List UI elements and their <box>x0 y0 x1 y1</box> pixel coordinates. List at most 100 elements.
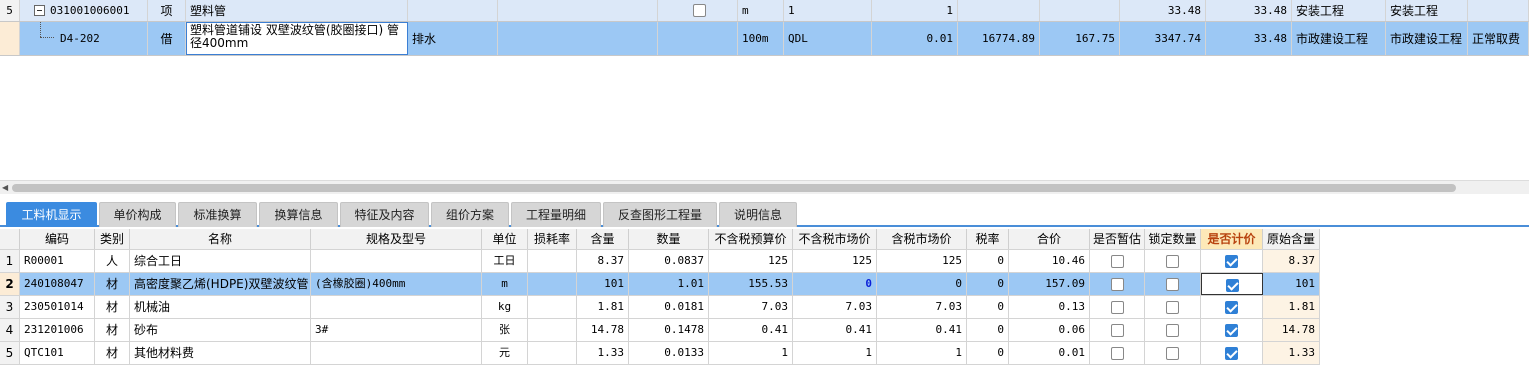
loss-rate-cell[interactable] <box>528 273 577 295</box>
quantity-cell[interactable]: 0.1478 <box>629 319 709 341</box>
budget-price-cell[interactable]: 125 <box>709 250 793 272</box>
header-code[interactable]: 编码 <box>20 229 95 249</box>
qty-cell[interactable]: 0.01 <box>872 22 958 55</box>
budget-price-cell[interactable]: 155.53 <box>709 273 793 295</box>
unit-cell[interactable]: m <box>482 273 528 295</box>
code-cell[interactable]: 231201006 <box>20 319 95 341</box>
checkbox-icon[interactable] <box>1166 255 1179 268</box>
resource-row[interactable]: 4 231201006 材砂布 3# 张 14.78 0.1478 0.41 0.41 0.41 0… <box>0 319 1320 342</box>
checked-checkbox-icon[interactable] <box>1226 279 1239 292</box>
code-cell[interactable]: R00001 <box>20 250 95 272</box>
quantity-cell[interactable]: 0.0181 <box>629 296 709 318</box>
feature-cell[interactable]: 排水 <box>408 22 498 55</box>
budget-price-cell[interactable]: 0.41 <box>709 319 793 341</box>
checked-checkbox-icon[interactable] <box>1225 324 1238 337</box>
checkbox-icon[interactable] <box>1110 255 1124 268</box>
market-price-ex-tax-cell[interactable]: 7.03 <box>793 296 877 318</box>
tab-unit-price-composition[interactable]: 单价构成 <box>99 202 176 227</box>
content-cell[interactable]: 101 <box>577 273 629 295</box>
lock-quantity-cell[interactable] <box>1145 319 1201 341</box>
market-price-ex-tax-cell[interactable]: 125 <box>793 250 877 272</box>
major-cell[interactable]: 市政建设工程 <box>1386 22 1468 55</box>
checkbox[interactable] <box>693 4 706 17</box>
header-content[interactable]: 含量 <box>577 229 629 249</box>
loss-rate-cell[interactable] <box>528 342 577 364</box>
total-cell[interactable]: 0.13 <box>1009 296 1090 318</box>
resource-row[interactable]: 3 230501014 材机械油 kg 1.81 0.0181 7.03 7.03 7.03 0 0… <box>0 296 1320 319</box>
lock-quantity-cell[interactable] <box>1145 250 1201 272</box>
item-row-D4-202[interactable]: D4-202 借 塑料管道铺设 双壁波纹管(胶圈接口) 管径400mm 排水 1… <box>0 22 1529 56</box>
name-cell[interactable]: 其他材料费 <box>130 342 311 364</box>
tab-labor-material-machine[interactable]: 工料机显示 <box>6 202 97 227</box>
header-market-price-in-tax[interactable]: 含税市场价 <box>877 229 967 249</box>
is-priced-cell[interactable] <box>1201 296 1263 318</box>
spec-cell[interactable]: (含橡胶圈)400mm <box>311 273 482 295</box>
name-cell[interactable]: 砂布 <box>130 319 311 341</box>
code-cell[interactable]: 230501014 <box>20 296 95 318</box>
tab-features-content[interactable]: 特征及内容 <box>340 202 429 227</box>
lock-quantity-cell[interactable] <box>1145 296 1201 318</box>
code-cell[interactable]: 240108047 <box>20 273 95 295</box>
market-price-ex-tax-cell[interactable]: 0.41 <box>793 319 877 341</box>
header-is-priced[interactable]: 是否计价 <box>1201 229 1263 249</box>
resource-row[interactable]: 2 240108047 材高密度聚乙烯(HDPE)双壁波纹管 (含橡胶圈)400mm m… <box>0 273 1320 296</box>
code-cell[interactable]: D4-202 <box>20 22 148 55</box>
quantity-cell[interactable]: 1.01 <box>629 273 709 295</box>
header-spec[interactable]: 规格及型号 <box>311 229 482 249</box>
lock-quantity-cell[interactable] <box>1145 273 1201 295</box>
spec-cell[interactable] <box>311 250 482 272</box>
market-price-in-tax-cell[interactable]: 1 <box>877 342 967 364</box>
spec-cell[interactable] <box>311 342 482 364</box>
spec-cell[interactable]: 3# <box>311 319 482 341</box>
checkbox-cell[interactable] <box>658 0 738 21</box>
original-content-cell[interactable]: 1.81 <box>1263 296 1320 318</box>
header-loss-rate[interactable]: 损耗率 <box>528 229 577 249</box>
code-cell[interactable]: QTC101 <box>20 342 95 364</box>
unit-cell[interactable]: 工日 <box>482 250 528 272</box>
loss-rate-cell[interactable] <box>528 319 577 341</box>
name-text[interactable]: 塑料管道铺设 双壁波纹管(胶圈接口) 管径400mm <box>187 23 407 51</box>
header-budget-price-ex-tax[interactable]: 不含税预算价 <box>709 229 793 249</box>
tax-rate-cell[interactable]: 0 <box>967 296 1009 318</box>
header-total[interactable]: 合价 <box>1009 229 1090 249</box>
major-cell[interactable]: 安装工程 <box>1292 0 1386 21</box>
checkbox-icon[interactable] <box>1166 324 1179 337</box>
tab-quantity-detail[interactable]: 工程量明细 <box>511 202 601 227</box>
category-cell[interactable]: 材 <box>95 342 130 364</box>
original-content-cell[interactable]: 8.37 <box>1263 250 1320 272</box>
checkbox-icon[interactable] <box>1110 301 1124 314</box>
qty-expr-cell[interactable]: QDL <box>784 22 872 55</box>
name-cell[interactable]: 高密度聚乙烯(HDPE)双壁波纹管 <box>130 273 311 295</box>
provisional-cell[interactable] <box>1090 319 1145 341</box>
collapse-icon[interactable] <box>34 5 45 16</box>
code-cell[interactable]: 031001006001 <box>20 0 148 21</box>
qty-cell[interactable]: 1 <box>872 0 958 21</box>
total-cell[interactable]: 157.09 <box>1009 273 1090 295</box>
major-cell[interactable]: 市政建设工程 <box>1292 22 1386 55</box>
fee-cell[interactable]: 正常取费 <box>1468 22 1529 55</box>
budget-price-cell[interactable]: 7.03 <box>709 296 793 318</box>
checkbox-icon[interactable] <box>1166 301 1179 314</box>
market-price-ex-tax-cell[interactable]: 0 <box>793 273 877 295</box>
quantity-cell[interactable]: 0.0837 <box>629 250 709 272</box>
header-original-content[interactable]: 原始含量 <box>1263 229 1320 249</box>
header-quantity[interactable]: 数量 <box>629 229 709 249</box>
budget-price-cell[interactable]: 1 <box>709 342 793 364</box>
feature-cell[interactable] <box>408 0 498 21</box>
item-row-031001006001[interactable]: 5 031001006001 项 塑料管 m 1 1 33.48 33.48 安… <box>0 0 1529 22</box>
is-priced-cell[interactable] <box>1201 319 1263 341</box>
category-cell[interactable]: 材 <box>95 273 130 295</box>
original-content-cell[interactable]: 1.33 <box>1263 342 1320 364</box>
market-price-ex-tax-cell[interactable]: 1 <box>793 342 877 364</box>
checkbox-icon[interactable] <box>1110 347 1124 360</box>
content-cell[interactable]: 8.37 <box>577 250 629 272</box>
tab-description[interactable]: 说明信息 <box>719 202 797 227</box>
checked-checkbox-icon[interactable] <box>1225 255 1238 268</box>
header-lock-quantity[interactable]: 锁定数量 <box>1145 229 1201 249</box>
checkbox-icon[interactable] <box>1166 278 1179 291</box>
content-cell[interactable]: 1.33 <box>577 342 629 364</box>
checkbox-icon[interactable] <box>1110 324 1124 337</box>
category-cell[interactable]: 材 <box>95 296 130 318</box>
unit-cell[interactable]: 元 <box>482 342 528 364</box>
major-cell[interactable]: 安装工程 <box>1386 0 1468 21</box>
